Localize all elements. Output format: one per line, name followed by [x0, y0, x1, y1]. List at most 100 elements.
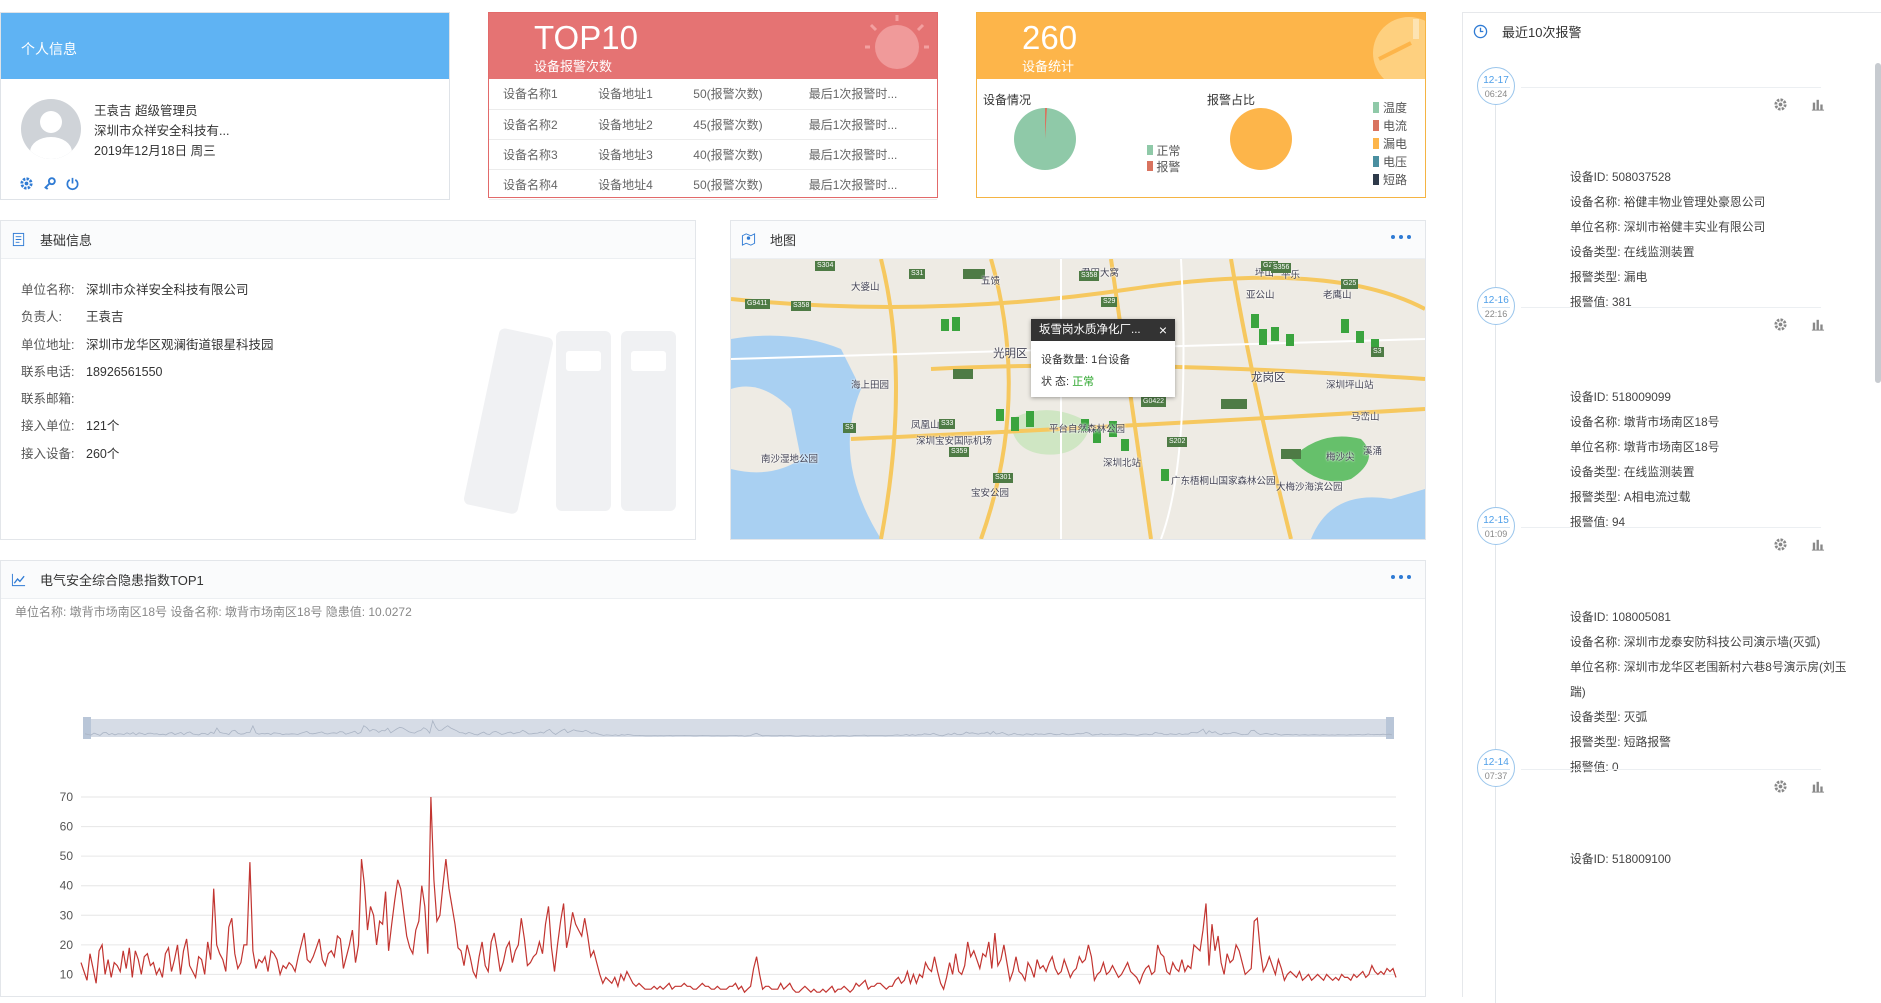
alarm-field: 报警类型: A相电流过载 [1570, 490, 1691, 504]
alarm-legend-label: 短路 [1383, 173, 1408, 187]
lightbulb-icon [865, 15, 929, 69]
legend-swatch [1373, 120, 1379, 131]
alarm-time: 07:37 [1482, 769, 1510, 781]
alarm-field: 设备类型: 灭弧 [1570, 710, 1648, 724]
dashboard-icon [1373, 17, 1425, 79]
legend-alarm[interactable]: 报警 [1147, 159, 1180, 175]
map-road-label: S359 [949, 447, 970, 457]
alarm-field: 设备名称: 深圳市龙泰安防科技公司演示墙(灭弧) [1570, 635, 1821, 649]
map-place-label: 海上田园 [851, 380, 890, 391]
y-tick-label: 30 [60, 908, 74, 922]
alarm-fields: 设备ID: 518009099 设备名称: 墩背市场南区18号 单位名称: 墩背市场… [1570, 385, 1860, 535]
map-popup[interactable]: 坂雪岗水质净化厂... × 设备数量: 1台设备 状 态: 正常 [1031, 319, 1175, 397]
map-background [731, 259, 1425, 539]
chart-more-icon[interactable] [1391, 575, 1411, 579]
device-count: 260 [1022, 19, 1078, 56]
basic-info-key: 单位名称: [21, 283, 75, 297]
avatar[interactable] [21, 99, 81, 159]
device-stats-subtitle: 设备统计 [1022, 59, 1075, 74]
basic-info-row: 单位名称: 深圳市众祥安全科技有限公司 [21, 277, 274, 304]
entry-divider [1521, 87, 1821, 88]
basic-info-value: 260个 [86, 446, 120, 461]
chart-bar-icon[interactable] [1810, 97, 1825, 112]
trend-icon [11, 573, 26, 587]
map-more-icon[interactable] [1391, 235, 1411, 239]
profile-panel: 个人信息 王袁吉 超级管理员 深圳市众祥安全科技有... 2019年12月18日… [0, 12, 450, 200]
chart-bar-icon[interactable] [1810, 317, 1825, 332]
top10-panel: TOP10 设备报警次数 设备名称1 设备地址1 50(报警次数) 最后1次报警时..… [488, 12, 938, 200]
gear-icon[interactable] [1773, 317, 1788, 332]
map-road-label: S31 [909, 269, 926, 279]
alarm-field: 设备类型: 在线监测装置 [1570, 465, 1695, 479]
basic-info-row: 接入设备: 260个 [21, 441, 274, 468]
chart-bar-icon[interactable] [1810, 779, 1825, 794]
basic-info-key: 接入设备: [21, 446, 75, 461]
key-icon[interactable] [42, 176, 57, 191]
map-place-label: 五馈 [981, 276, 1001, 287]
map-road-label: S304 [815, 261, 836, 271]
device-status-pie[interactable] [1013, 107, 1077, 171]
basic-info-key: 联系电话: [21, 364, 75, 379]
top10-row[interactable]: 设备名称3 设备地址3 40(报警次数) 最后1次报警时... [489, 139, 937, 170]
top10-row[interactable]: 设备名称1 设备地址1 50(报警次数) 最后1次报警时... [489, 79, 937, 110]
gear-icon[interactable] [1773, 97, 1788, 112]
map-place-label: 深圳北站 [1103, 458, 1142, 469]
alarm-legend-item[interactable]: 漏电 [1373, 135, 1407, 153]
alarm-time: 01:09 [1482, 527, 1510, 539]
chart-bar-icon[interactable] [1810, 537, 1825, 552]
basic-info-value: 深圳市龙华区观澜街道银星科技园 [86, 337, 274, 352]
map-place-label: 梅沙尖 [1326, 452, 1355, 463]
alarm-fields: 设备ID: 108005081 设备名称: 深圳市龙泰安防科技公司演示墙(灭弧) 单… [1570, 605, 1860, 780]
scrollbar[interactable] [1875, 63, 1881, 383]
top10-row[interactable]: 设备名称4 设备地址4 50(报警次数) 最后1次报警时... [489, 169, 937, 200]
entry-divider [1521, 527, 1821, 528]
y-tick-label: 10 [60, 967, 74, 981]
alarm-time: 06:24 [1482, 87, 1510, 99]
top10-subtitle: 设备报警次数 [534, 59, 613, 74]
basic-info-row: 联系电话: 18926561550 [21, 359, 274, 386]
entry-divider [1521, 769, 1821, 770]
current-date: 2019年12月18日 周三 [94, 144, 216, 158]
map-canvas[interactable]: 大婆山 光明区 坪山 亚公山 老鹰山 海上田园 凤凰山 深圳宝安国际机场 南沙湿地公园 深圳北站平… [731, 259, 1425, 539]
popup-count-label: 设备数量: [1041, 354, 1089, 366]
map-place-label: 宝安公园 [971, 488, 1010, 499]
gear-icon[interactable] [1773, 779, 1788, 794]
legend-normal[interactable]: 正常 [1147, 143, 1180, 159]
map-road-label: S358 [791, 301, 812, 311]
basic-info-row: 接入单位: 121个 [21, 413, 274, 440]
gear-icon[interactable] [1773, 537, 1788, 552]
top10-cell-name: 设备名称1 [489, 79, 585, 110]
alarm-legend-item[interactable]: 温度 [1373, 99, 1407, 117]
top10-row[interactable]: 设备名称2 设备地址2 45(报警次数) 最后1次报警时... [489, 109, 937, 140]
line-chart[interactable]: 0102030405060702019/12/17 16:01:512019/1… [1, 619, 1425, 997]
close-icon[interactable]: × [1159, 319, 1167, 341]
alarm-legend-item[interactable]: 电流 [1373, 117, 1407, 135]
map-road-label: G0422 [1141, 397, 1167, 407]
map-road-label: G25 [1341, 279, 1359, 289]
recent-alarms-panel: 最近10次报警 12-17 06:24 设备ID: 508037528 设备名称: 裕… [1462, 12, 1881, 1003]
power-icon[interactable] [65, 176, 80, 191]
basic-info-value: 深圳市众祥安全科技有限公司 [86, 283, 249, 297]
alarm-legend-item[interactable]: 电压 [1373, 153, 1407, 171]
top10-cell-last: 最后1次报警时... [794, 79, 937, 110]
map-place-label: 马峦山 [1351, 412, 1380, 423]
timeline-date-badge: 12-14 07:37 [1477, 749, 1515, 787]
y-tick-label: 70 [60, 790, 74, 804]
document-icon [12, 232, 25, 247]
y-tick-label: 20 [60, 938, 74, 952]
alarm-date: 12-16 [1483, 295, 1509, 306]
alarm-time: 22:16 [1482, 307, 1510, 319]
gear-icon[interactable] [19, 176, 34, 191]
map-place-label: 深圳坪山站 [1326, 380, 1374, 391]
alarm-date: 12-15 [1483, 515, 1509, 526]
datazoom-handle-left[interactable] [83, 717, 91, 739]
datazoom-handle-right[interactable] [1386, 717, 1394, 739]
basic-info-key: 接入单位: [21, 419, 75, 434]
map-road-label: S301 [993, 473, 1014, 483]
alarm-ratio-label: 报警占比 [1207, 93, 1256, 107]
basic-info-key: 联系邮箱: [21, 392, 75, 407]
alarm-ratio-pie[interactable] [1229, 107, 1293, 171]
map-road-label: G9411 [745, 299, 770, 309]
basic-info-title: 基础信息 [40, 233, 93, 248]
alarm-legend-item[interactable]: 短路 [1373, 171, 1407, 189]
